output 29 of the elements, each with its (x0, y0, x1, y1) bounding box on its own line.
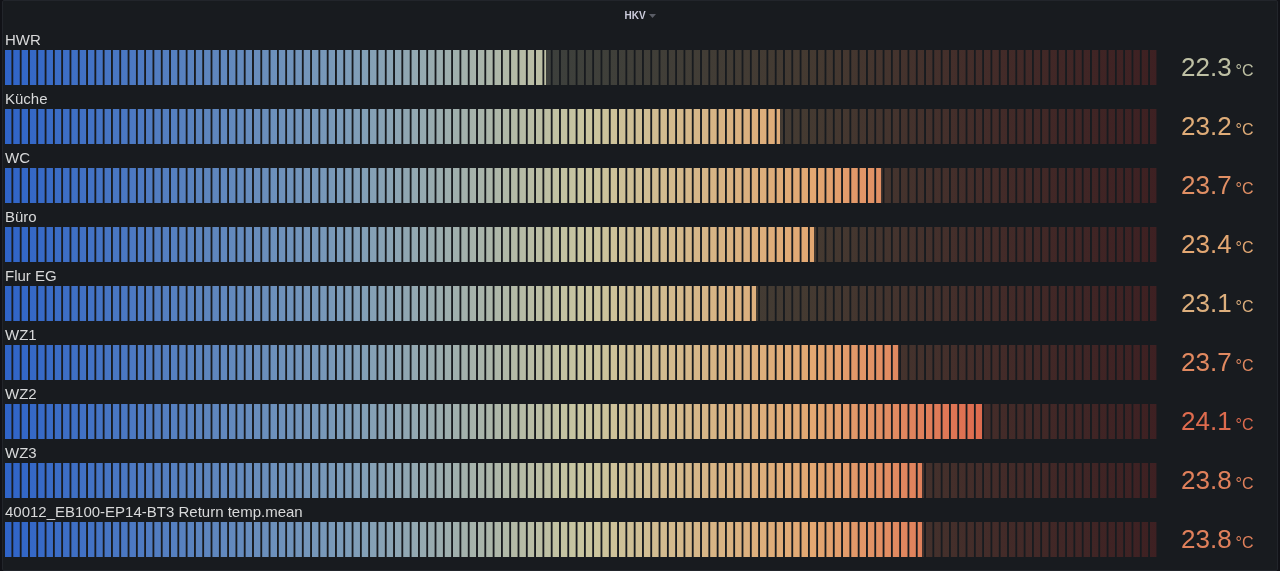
gauge-label: WC (5, 148, 30, 168)
panel-title[interactable]: HKV (624, 10, 646, 21)
gauge-value: 24.1 (1181, 406, 1232, 437)
gauge-value: 23.7 (1181, 347, 1232, 378)
gauge-value: 22.3 (1181, 52, 1232, 83)
unit-label: °C (1235, 62, 1254, 80)
gauge-label: WZ2 (5, 384, 37, 404)
gauge-value: 23.7 (1181, 170, 1232, 201)
unit-label: °C (1235, 357, 1254, 375)
gauge-label: WZ3 (5, 443, 37, 463)
gauge-label: Flur EG (5, 266, 57, 286)
gauge-label: HWR (5, 30, 41, 50)
gauge-value: 23.8 (1181, 524, 1232, 555)
gauge-label: 40012_EB100-EP14-BT3 Return temp.mean (5, 502, 303, 522)
unit-label: °C (1235, 534, 1254, 552)
gauge-label: WZ1 (5, 325, 37, 345)
unit-label: °C (1235, 298, 1254, 316)
unit-label: °C (1235, 239, 1254, 257)
gauge-label: Büro (5, 207, 37, 227)
unit-label: °C (1235, 121, 1254, 139)
gauge-value: 23.8 (1181, 465, 1232, 496)
unit-label: °C (1235, 475, 1254, 493)
unit-label: °C (1235, 416, 1254, 434)
gauge-value: 23.1 (1181, 288, 1232, 319)
caret-icon[interactable] (648, 13, 656, 18)
gauge-value: 23.4 (1181, 229, 1232, 260)
gauge-label: Küche (5, 89, 48, 109)
gauge-value: 23.2 (1181, 111, 1232, 142)
unit-label: °C (1235, 180, 1254, 198)
